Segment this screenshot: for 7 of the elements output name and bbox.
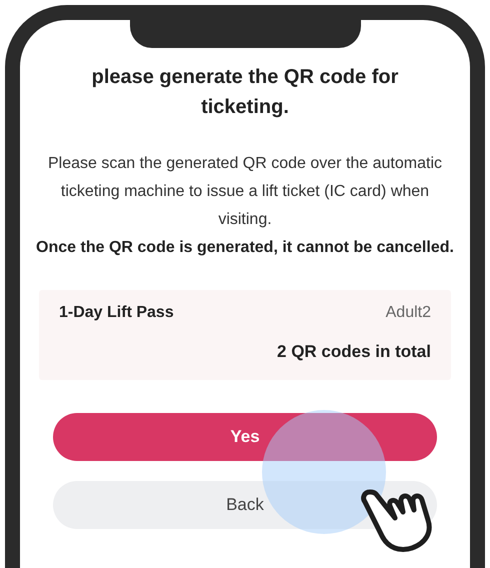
qr-total: 2 QR codes in total (277, 342, 431, 362)
dialog-title: please generate the QR code for ticketing. (90, 65, 400, 120)
warning-text: Once the QR code is generated, it cannot be cancelled. (35, 238, 455, 258)
instruction-text: Please scan the generated QR code over the automatic ticketing machine to issue a lift ticket (IC card) when visiting. (46, 154, 443, 230)
yes-button[interactable]: Yes (53, 413, 437, 461)
ticket-type: Adult2 (386, 304, 431, 322)
product-name: 1-Day Lift Pass (59, 304, 174, 322)
